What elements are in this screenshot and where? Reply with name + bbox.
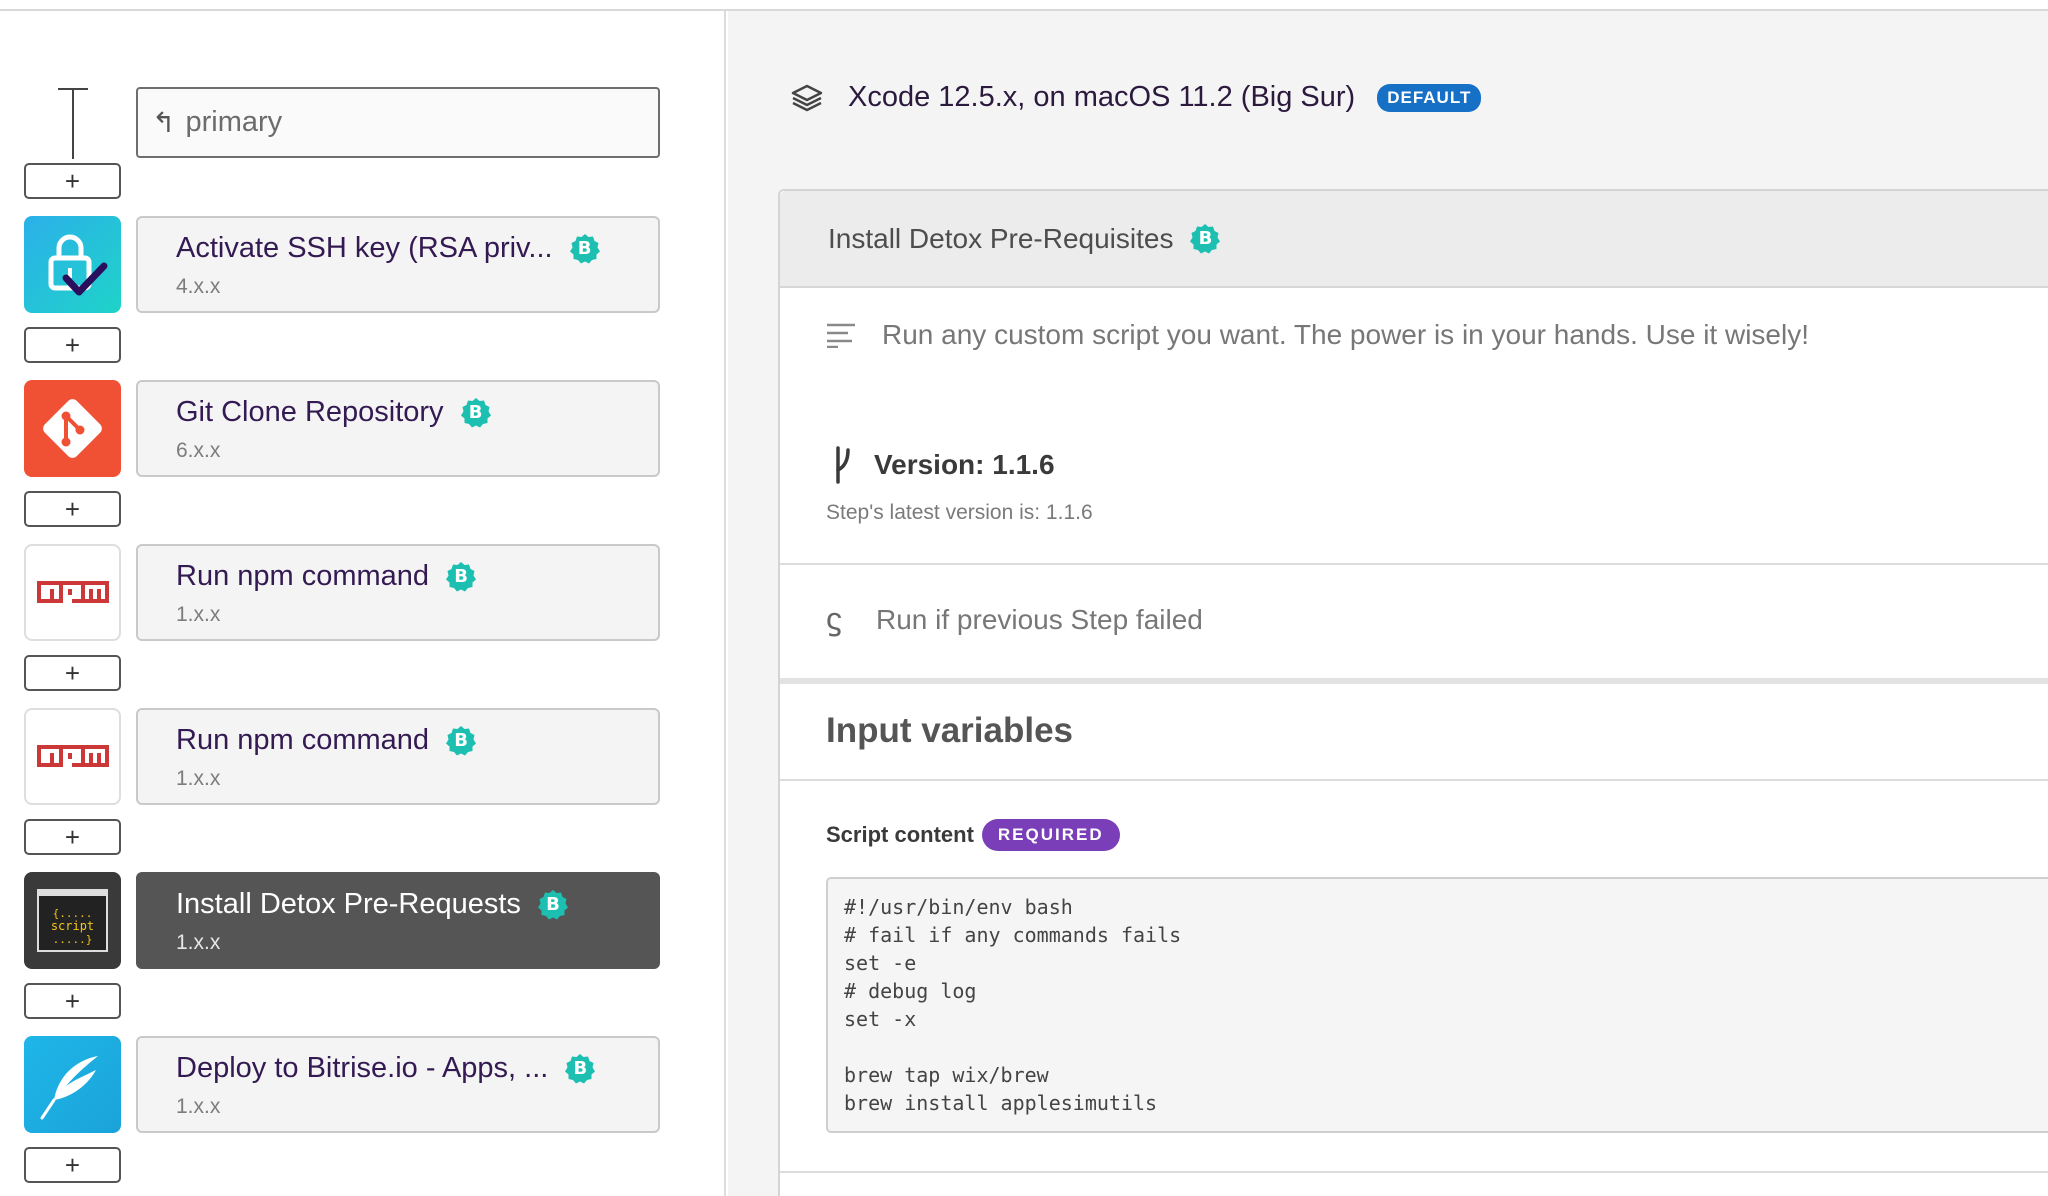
stack-selector[interactable]: Xcode 12.5.x, on macOS 11.2 (Big Sur) DE… (790, 81, 1482, 114)
version-label: Version: 1.1.6 (874, 449, 1055, 480)
verified-badge-icon: B (564, 1053, 596, 1085)
stack-label: Xcode 12.5.x, on macOS 11.2 (Big Sur) (848, 81, 1356, 113)
script-content-editor[interactable]: #!/usr/bin/env bash # fail if any comman… (826, 877, 2048, 1133)
script-content-label-text: Script content (826, 822, 974, 847)
step-version: 1.x.x (176, 931, 221, 954)
npm-icon[interactable] (24, 544, 121, 641)
step-title: Deploy to Bitrise.io - Apps, ... (176, 1052, 549, 1084)
run-if-failed-label: Run if previous Step failed (876, 603, 1203, 635)
workflow-start-line (72, 88, 74, 159)
step-title: Install Detox Pre-Requests (176, 888, 521, 920)
step-card[interactable]: Activate SSH key (RSA priv... B 4.x.x (136, 216, 660, 313)
verified-badge-icon: B (445, 725, 477, 757)
divider (780, 678, 2048, 684)
return-arrow-icon: ↰ (152, 107, 176, 138)
run-if-failed-toggle[interactable]: ϛ Run if previous Step failed (826, 601, 1203, 638)
verified-badge-icon: B (569, 233, 601, 265)
step-version: 1.x.x (176, 603, 221, 626)
step-detail-title: Install Detox Pre-Requisites (828, 222, 1174, 254)
required-badge: REQUIRED (981, 819, 1120, 851)
step-card[interactable]: Run npm command B 1.x.x (136, 544, 660, 641)
feather-icon[interactable] (24, 1036, 121, 1133)
svg-text:.....}: .....} (53, 933, 93, 946)
step-version: 1.x.x (176, 1095, 221, 1118)
description-lines-icon (827, 323, 855, 348)
step-title: Git Clone Repository (176, 396, 444, 428)
step-version: 6.x.x (176, 439, 221, 462)
step-card[interactable]: Run npm command B 1.x.x (136, 708, 660, 805)
run-if-icon: ϛ (826, 601, 842, 637)
layers-icon (791, 84, 823, 111)
git-icon[interactable] (24, 380, 121, 477)
add-step-button[interactable]: + (24, 655, 121, 691)
branch-icon (836, 446, 850, 484)
add-step-button[interactable]: + (24, 163, 121, 199)
version-selector[interactable]: Version: 1.1.6 (832, 446, 1055, 484)
verified-badge-icon: B (537, 889, 569, 921)
add-step-button[interactable]: + (24, 983, 121, 1019)
step-title: Run npm command (176, 560, 430, 592)
step-title: Run npm command (176, 724, 430, 756)
add-step-button[interactable]: + (24, 819, 121, 855)
step-card[interactable]: Deploy to Bitrise.io - Apps, ... B 1.x.x (136, 1036, 660, 1133)
workflow-name: primary (185, 106, 283, 138)
step-card[interactable]: Git Clone Repository B 6.x.x (136, 380, 660, 477)
description-text: Run any custom script you want. The powe… (882, 319, 1809, 350)
step-card-active[interactable]: Install Detox Pre-Requests B 1.x.x (136, 872, 660, 969)
step-detail-header[interactable]: Install Detox Pre-Requisites B (780, 191, 2048, 288)
step-detail-column: Xcode 12.5.x, on macOS 11.2 (Big Sur) DE… (728, 11, 2048, 1196)
divider (780, 563, 2048, 565)
script-content-label: Script content REQUIRED (826, 819, 1120, 851)
step-title: Activate SSH key (RSA priv... (176, 232, 553, 264)
step-version: 4.x.x (176, 275, 221, 298)
add-step-button[interactable]: + (24, 327, 121, 363)
input-variables-heading: Input variables (826, 711, 1074, 750)
lock-check-icon[interactable] (24, 216, 121, 313)
verified-badge-icon: B (1189, 223, 1221, 255)
add-step-button[interactable]: + (24, 491, 121, 527)
step-detail-panel: Install Detox Pre-Requisites B Run any c… (778, 189, 2048, 1196)
add-step-button[interactable]: + (24, 1147, 121, 1183)
svg-text:script: script (51, 919, 94, 933)
top-divider (0, 0, 2048, 11)
workflow-selector[interactable]: ↰ primary (136, 87, 660, 158)
verified-badge-icon: B (460, 397, 492, 429)
default-badge: DEFAULT (1377, 83, 1482, 112)
step-description: Run any custom script you want. The powe… (826, 319, 1809, 351)
npm-icon[interactable] (24, 708, 121, 805)
step-version: 1.x.x (176, 767, 221, 790)
divider (780, 779, 2048, 781)
script-icon[interactable]: {..... script .....} (24, 872, 121, 969)
latest-version-note: Step's latest version is: 1.1.6 (826, 501, 1093, 524)
verified-badge-icon: B (445, 561, 477, 593)
workflow-steps-column: ↰ primary + + + + + + + Activate SSH key… (0, 11, 726, 1196)
divider (780, 1171, 2048, 1173)
